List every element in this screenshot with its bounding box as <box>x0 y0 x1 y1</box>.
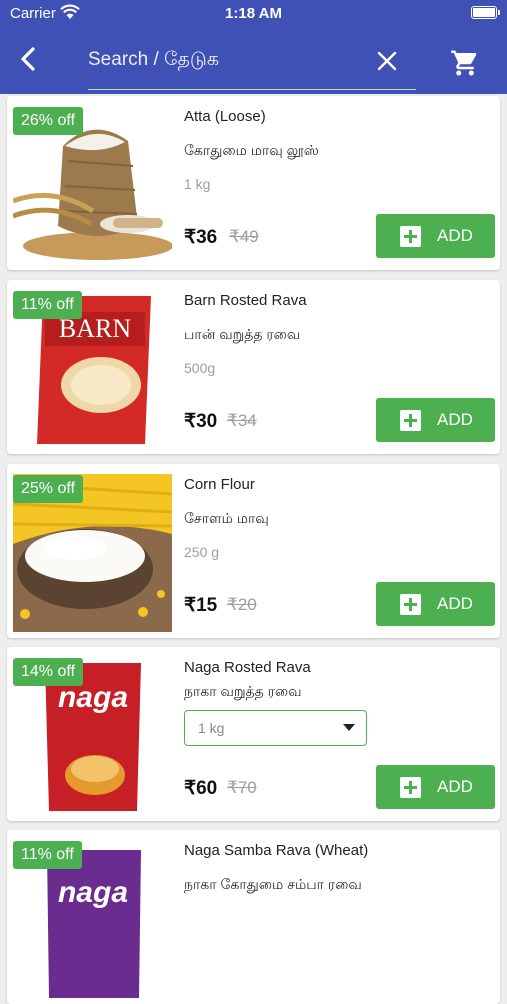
product-tamil-name: நாகா வறுத்த ரவை <box>184 683 302 699</box>
status-bar: Carrier 1:18 AM <box>0 0 507 28</box>
discount-badge: 25% off <box>13 475 83 503</box>
cart-icon[interactable] <box>450 48 480 78</box>
product-weight: 500g <box>184 360 216 376</box>
product-name: Naga Samba Rava (Wheat) <box>184 842 369 859</box>
product-mrp: ₹49 <box>229 227 259 246</box>
plus-icon <box>400 594 421 615</box>
add-button-label: ADD <box>437 410 473 429</box>
app-header: Carrier 1:18 AM <box>0 0 507 94</box>
product-price: ₹15 <box>184 595 218 616</box>
plus-icon <box>400 226 421 247</box>
plus-icon <box>400 410 421 431</box>
product-name: Corn Flour <box>184 476 255 493</box>
discount-badge: 11% off <box>13 841 82 869</box>
search-bar <box>88 42 416 90</box>
product-card[interactable]: 25% off Corn Flour சோளம் மாவு 250 g ₹15 … <box>7 464 500 638</box>
product-name: Barn Rosted Rava <box>184 292 307 309</box>
product-price: ₹36 <box>184 227 218 248</box>
discount-badge: 11% off <box>13 291 82 319</box>
product-price: ₹60 <box>184 778 218 799</box>
close-icon[interactable] <box>376 50 398 72</box>
status-time: 1:18 AM <box>225 5 282 22</box>
add-button-label: ADD <box>437 777 473 796</box>
add-to-cart-button[interactable]: ADD <box>376 398 495 442</box>
discount-badge: 26% off <box>13 107 83 135</box>
plus-icon <box>400 777 421 798</box>
product-card[interactable]: BARN 11% off Barn Rosted Rava பான் வறுத்… <box>7 280 500 454</box>
add-button-label: ADD <box>437 594 473 613</box>
discount-badge: 14% off <box>13 658 83 686</box>
add-to-cart-button[interactable]: ADD <box>376 765 495 809</box>
weight-select-value: 1 kg <box>198 720 225 736</box>
product-card[interactable]: 26% off Atta (Loose) கோதுமை மாவு லூஸ் 1 … <box>7 96 500 270</box>
product-tamil-name: சோளம் மாவு <box>184 510 269 526</box>
product-name: Naga Rosted Rava <box>184 659 311 676</box>
product-weight: 1 kg <box>184 176 211 192</box>
dropdown-caret-icon <box>343 724 355 731</box>
product-name: Atta (Loose) <box>184 108 266 125</box>
product-weight: 250 g <box>184 544 220 560</box>
battery-icon <box>471 6 500 19</box>
search-input[interactable] <box>88 45 358 75</box>
product-tamil-name: நாகா கோதுமை சம்பா ரவை <box>184 876 362 892</box>
product-mrp: ₹34 <box>227 411 257 430</box>
product-mrp: ₹70 <box>227 778 257 797</box>
back-chevron-icon[interactable] <box>14 44 44 74</box>
naga-samba-brand-text: naga <box>58 876 128 909</box>
weight-select[interactable]: 1 kg <box>184 710 367 746</box>
product-card[interactable]: naga 14% off Naga Rosted Rava நாகா வறுத்… <box>7 647 500 821</box>
add-to-cart-button[interactable]: ADD <box>376 214 495 258</box>
product-price: ₹30 <box>184 411 218 432</box>
add-button-label: ADD <box>437 226 473 245</box>
product-tamil-name: பான் வறுத்த ரவை <box>184 326 301 342</box>
add-to-cart-button[interactable]: ADD <box>376 582 495 626</box>
product-card[interactable]: naga 11% off Naga Samba Rava (Wheat) நாக… <box>7 830 500 1004</box>
product-tamil-name: கோதுமை மாவு லூஸ் <box>184 142 319 158</box>
product-mrp: ₹20 <box>227 595 257 614</box>
